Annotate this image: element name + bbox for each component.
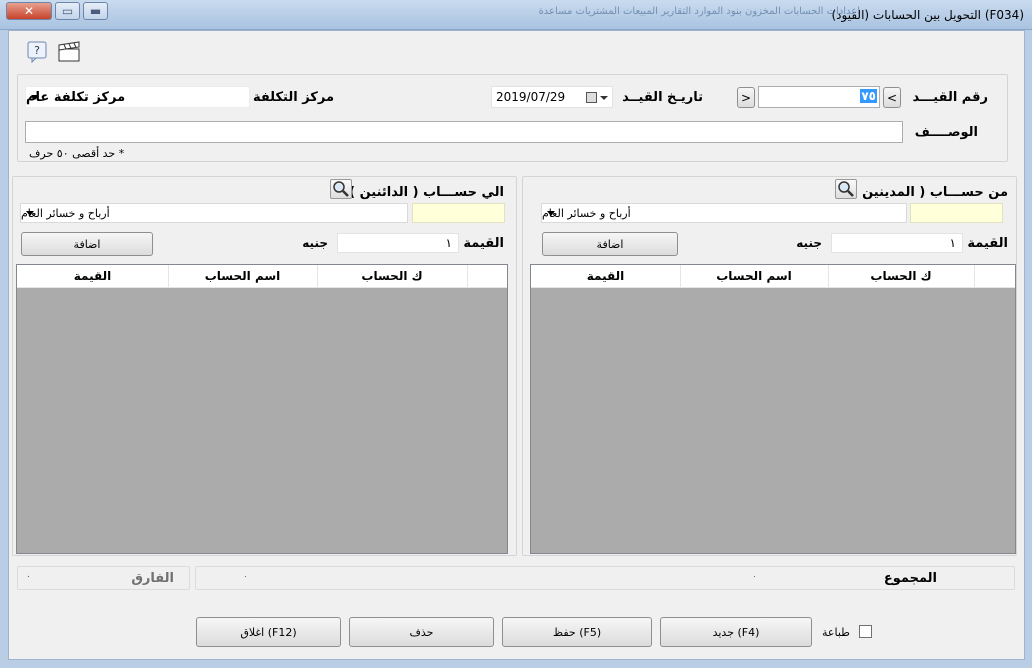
- cost-center-select[interactable]: مركز تكلفة عام: [25, 86, 250, 108]
- from-grid-header: ك الحساب اسم الحساب القيمة: [531, 265, 1015, 288]
- magnifier-icon: [333, 181, 349, 197]
- to-account-title: الي حســـاب ( الدائنين ): [349, 185, 504, 200]
- from-account-select[interactable]: أرباح و خسائر العام: [541, 203, 907, 223]
- title-bar: (F034) التحويل بين الحسابات (القيود) اعد…: [0, 0, 1032, 30]
- from-col-value[interactable]: القيمة: [531, 265, 681, 287]
- magnifier-icon: [838, 181, 854, 197]
- to-col-code[interactable]: ك الحساب: [317, 265, 468, 287]
- total-label: المجموع: [883, 571, 937, 586]
- to-account-search-button[interactable]: [330, 179, 352, 199]
- to-col-name[interactable]: اسم الحساب: [168, 265, 318, 287]
- from-add-button[interactable]: اضافة: [542, 232, 678, 256]
- clapboard-button[interactable]: [57, 41, 81, 63]
- window-close-button[interactable]: ✕: [6, 2, 52, 20]
- difference-value: ٠: [26, 572, 31, 582]
- from-account-name: أرباح و خسائر العام: [542, 206, 631, 220]
- from-amount-value: ١: [949, 236, 956, 250]
- entry-date-picker[interactable]: 2019/07/29: [491, 86, 613, 108]
- close-icon: ✕: [23, 4, 35, 18]
- help-button[interactable]: ?: [27, 41, 49, 64]
- difference-label: الفارق: [131, 571, 174, 586]
- print-checkbox[interactable]: [859, 625, 872, 638]
- entry-no-label: رقم القيـــد: [912, 90, 988, 105]
- window-title: (F034) التحويل بين الحسابات (القيود): [831, 8, 1025, 22]
- chevron-down-icon: [600, 96, 608, 100]
- maximize-icon: ▭: [61, 4, 74, 18]
- new-button[interactable]: جديد (F4): [660, 617, 812, 647]
- cost-center-label: مركز التكلفة: [252, 90, 334, 105]
- chevron-down-icon: [31, 95, 39, 100]
- entry-next-button[interactable]: >: [737, 87, 755, 108]
- to-col-value[interactable]: القيمة: [17, 265, 169, 287]
- to-entries-grid[interactable]: ك الحساب اسم الحساب القيمة: [16, 264, 508, 554]
- cost-center-value: مركز تكلفة عام: [26, 89, 126, 105]
- to-add-button[interactable]: اضافة: [21, 232, 153, 256]
- from-amount-label: القيمة: [967, 236, 1008, 251]
- from-currency: جنيه: [796, 236, 822, 250]
- clapboard-icon: [58, 41, 80, 62]
- to-account-code[interactable]: [412, 203, 505, 223]
- to-grid-header: ك الحساب اسم الحساب القيمة: [17, 265, 507, 288]
- to-account-name: أرباح و خسائر العام: [21, 206, 110, 220]
- save-button[interactable]: حفظ (F5): [502, 617, 652, 647]
- chevron-down-icon: [26, 211, 34, 216]
- to-amount-input[interactable]: ١: [337, 233, 459, 253]
- entry-date-label: تاريـخ القيــد: [622, 90, 703, 105]
- description-note: * حد أقصى ٥٠ حرف: [29, 147, 125, 160]
- delete-button[interactable]: حذف: [349, 617, 494, 647]
- description-input[interactable]: [25, 121, 903, 143]
- minimize-icon: ▬: [89, 4, 102, 18]
- background-menu-strip: اعدادات الحسابات المخزون بنود الموارد ال…: [538, 6, 860, 17]
- calendar-icon: [586, 92, 597, 103]
- from-col-name[interactable]: اسم الحساب: [680, 265, 829, 287]
- to-currency: جنيه: [302, 236, 328, 250]
- to-account-select[interactable]: أرباح و خسائر العام: [20, 203, 408, 223]
- from-account-search-button[interactable]: [835, 179, 857, 199]
- from-account-title: من حســـاب ( المدينين ): [851, 185, 1008, 200]
- svg-text:?: ?: [34, 44, 40, 57]
- from-amount-input[interactable]: ١: [831, 233, 963, 253]
- entry-date-value: 2019/07/29: [496, 90, 566, 104]
- chevron-down-icon: [547, 211, 555, 216]
- to-amount-value: ١: [445, 236, 452, 250]
- window-minimize-button[interactable]: ▬: [83, 2, 108, 20]
- help-icon: ?: [27, 41, 47, 64]
- entry-no-value: ٧٥: [860, 89, 877, 103]
- description-label: الوصــــف: [914, 125, 978, 140]
- to-amount-label: القيمة: [463, 236, 504, 251]
- from-entries-grid[interactable]: ك الحساب اسم الحساب القيمة: [530, 264, 1016, 554]
- total-debit-value: ٠: [752, 572, 757, 582]
- entry-prev-button[interactable]: <: [883, 87, 901, 108]
- from-col-code[interactable]: ك الحساب: [828, 265, 975, 287]
- entry-no-field[interactable]: ٧٥: [758, 86, 880, 108]
- close-button[interactable]: اغلاق (F12): [196, 617, 341, 647]
- print-label: طباعة: [822, 626, 850, 639]
- total-credit-value: ٠: [243, 572, 248, 582]
- window-maximize-button[interactable]: ▭: [55, 2, 80, 20]
- from-account-code[interactable]: [910, 203, 1003, 223]
